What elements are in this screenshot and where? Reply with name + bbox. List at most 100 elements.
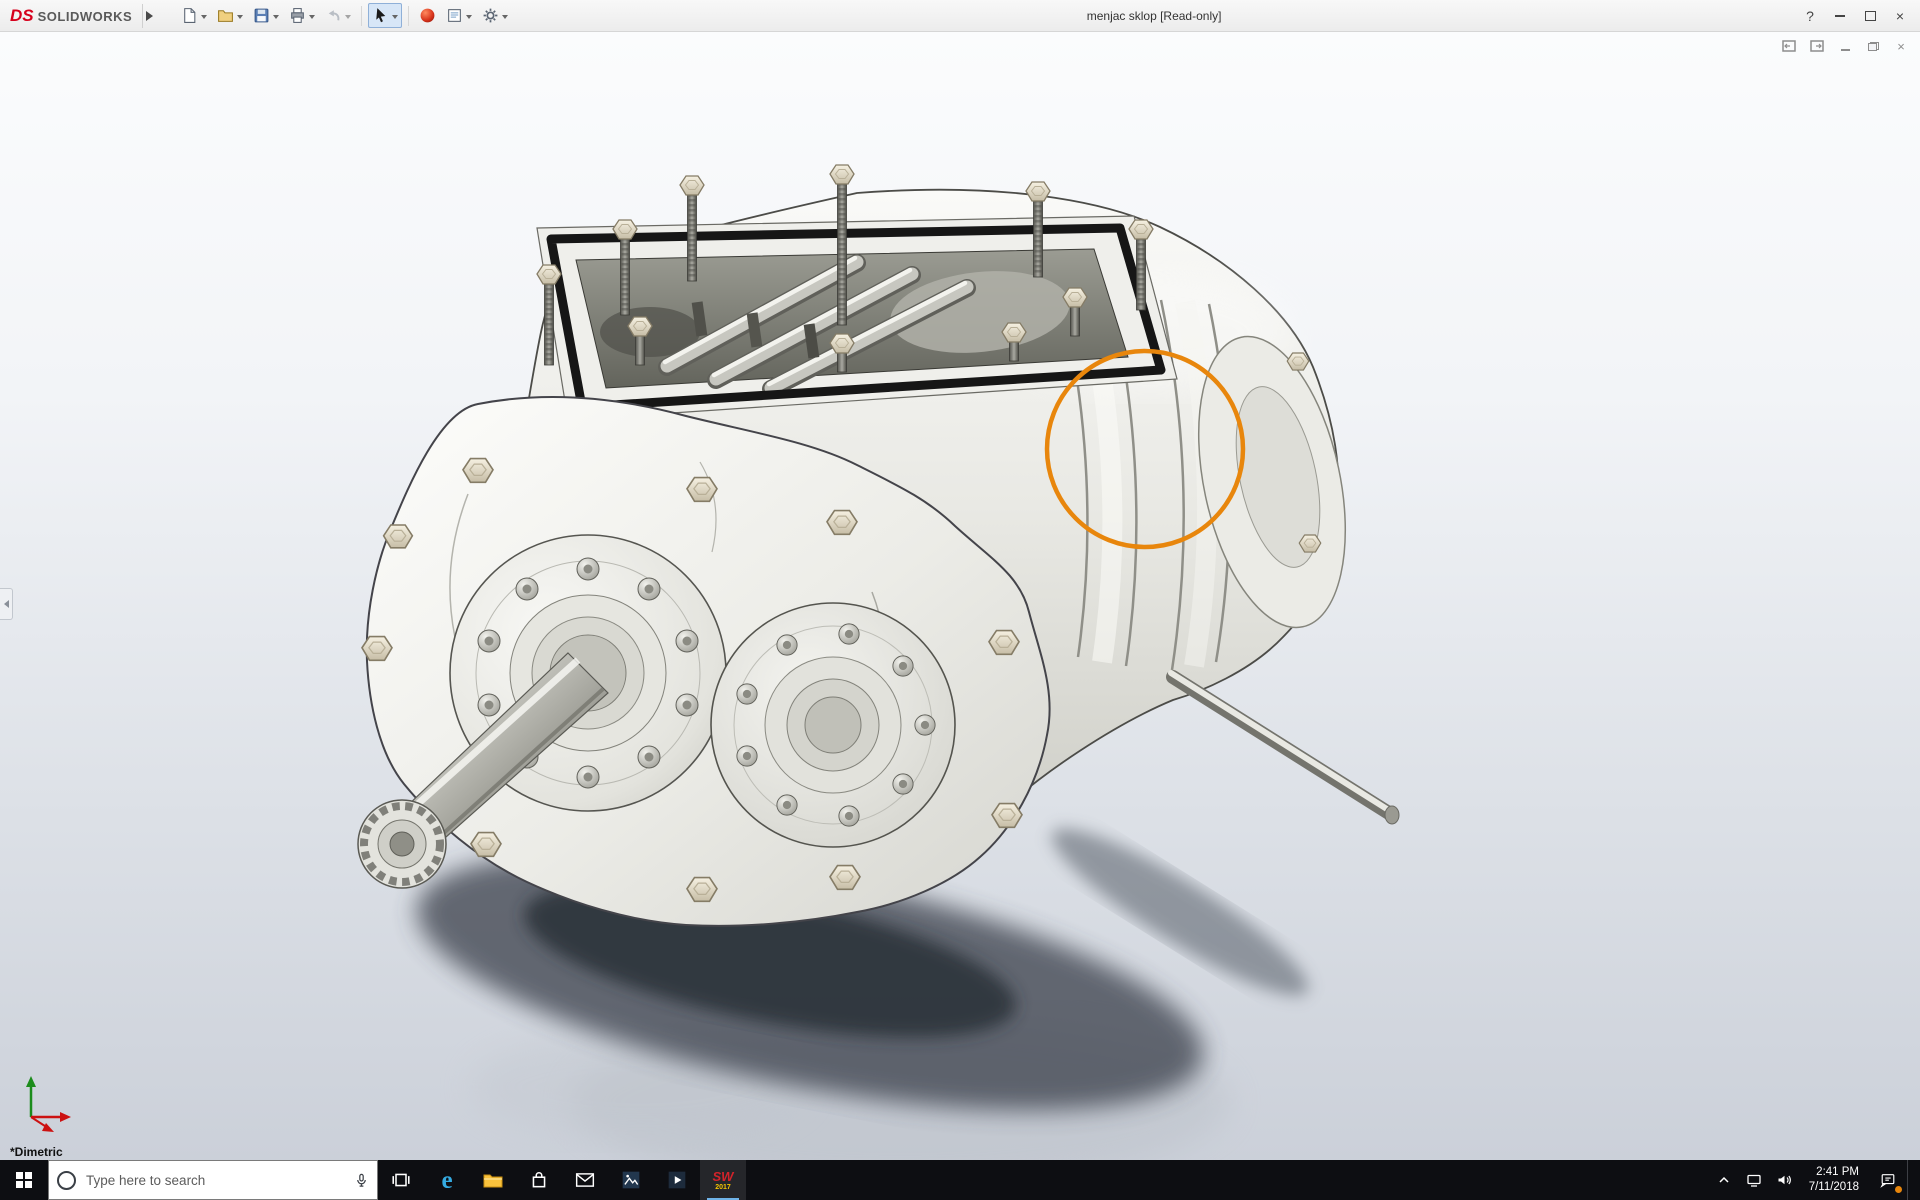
network-tray-button[interactable] [1739, 1160, 1769, 1200]
options-button[interactable] [478, 3, 512, 28]
gear-icon [483, 8, 498, 23]
rear-output-shaft [1166, 670, 1400, 825]
dropdown-caret-icon [309, 14, 316, 22]
new-document-icon [184, 8, 196, 23]
edge-icon: e [441, 1166, 453, 1194]
network-icon [1747, 1174, 1761, 1187]
system-tray: 2:41 PM 7/11/2018 [1709, 1160, 1920, 1200]
undo-icon [328, 10, 340, 21]
new-document-button[interactable] [177, 3, 211, 28]
microphone-icon [357, 1173, 366, 1187]
solidworks-letters: SW [712, 1168, 734, 1184]
file-explorer-button[interactable] [470, 1160, 516, 1200]
restore-icon [1867, 41, 1879, 51]
photos-icon [622, 1171, 640, 1189]
dropdown-caret-icon [237, 14, 244, 22]
store-bag-icon [532, 1172, 546, 1188]
maximize-icon [1864, 10, 1876, 21]
cortana-icon[interactable] [57, 1170, 76, 1190]
start-button[interactable] [0, 1160, 48, 1200]
task-view-button[interactable] [378, 1160, 424, 1200]
output-flange [710, 602, 956, 848]
mail-envelope-icon [575, 1173, 595, 1187]
clock-time: 2:41 PM [1816, 1166, 1859, 1179]
titlebar-center: menjac sklop [Read-only] [512, 7, 1796, 25]
gearbox-model[interactable] [0, 32, 1920, 1160]
print-button[interactable] [285, 3, 319, 28]
volume-tray-button[interactable] [1769, 1160, 1799, 1200]
edge-button[interactable]: e [424, 1160, 470, 1200]
quick-access-toolbar [177, 3, 512, 28]
dock-pane-right-button[interactable] [1808, 38, 1826, 54]
chevron-up-icon [1719, 1176, 1729, 1183]
taskbar-clock[interactable]: 2:41 PM 7/11/2018 [1799, 1160, 1869, 1200]
microphone-button[interactable] [354, 1173, 369, 1188]
help-button[interactable]: ? [1796, 4, 1824, 28]
solidworks-titlebar: DS SOLIDWORKS menjac sklop [Read-only] ?… [0, 0, 1920, 32]
dropdown-caret-icon [273, 14, 280, 22]
toolbar-separator [408, 5, 410, 26]
document-minimize-button[interactable] [1836, 38, 1854, 54]
appearance-button[interactable] [415, 3, 440, 28]
close-button[interactable]: × [1886, 4, 1914, 28]
task-view-icon [392, 1173, 410, 1187]
taskbar-search-box[interactable] [48, 1160, 378, 1200]
chevron-left-icon [0, 600, 9, 608]
maximize-button[interactable] [1856, 4, 1884, 28]
dropdown-caret-icon [502, 14, 509, 22]
feature-panel-collapse-tab[interactable] [0, 588, 13, 620]
save-icon [254, 8, 269, 23]
brand-text: SOLIDWORKS [37, 8, 133, 24]
windows-taskbar: e SW 2017 [0, 1160, 1920, 1200]
print-icon [291, 8, 305, 23]
window-controls: ? × [1796, 4, 1914, 28]
graphics-viewport[interactable]: × *Dimetric [0, 32, 1920, 1160]
save-button[interactable] [249, 3, 283, 28]
action-center-icon [1880, 1174, 1895, 1188]
select-cursor-icon [376, 8, 386, 23]
dropdown-caret-icon [466, 14, 473, 22]
appearance-sphere-icon [420, 8, 435, 23]
report-button[interactable] [442, 3, 476, 28]
dock-pane-left-icon [1782, 40, 1796, 52]
dropdown-caret-icon [392, 14, 399, 22]
solidworks-app-button[interactable]: SW 2017 [700, 1160, 746, 1200]
file-explorer-icon [483, 1174, 503, 1188]
document-restore-button[interactable] [1864, 38, 1882, 54]
movies-tv-button[interactable] [654, 1160, 700, 1200]
view-orientation-label: *Dimetric [10, 1145, 63, 1159]
triangle-right-icon [146, 10, 158, 21]
dropdown-caret-icon [345, 14, 352, 22]
show-desktop-button[interactable] [1907, 1160, 1920, 1200]
solidworks-year: 2017 [715, 1183, 731, 1191]
solidworks-logo: DS SOLIDWORKS [6, 3, 144, 28]
report-icon [448, 9, 462, 22]
store-button[interactable] [516, 1160, 562, 1200]
dock-pane-left-button[interactable] [1780, 38, 1798, 54]
undo-button[interactable] [321, 3, 355, 28]
speaker-icon [1778, 1175, 1791, 1185]
movies-tv-icon [668, 1171, 686, 1189]
document-window-controls: × [1780, 38, 1910, 54]
document-title: menjac sklop [Read-only] [1086, 8, 1222, 23]
minimize-button[interactable] [1826, 4, 1854, 28]
minimize-icon [1835, 14, 1845, 17]
taskbar-search-input[interactable] [84, 1171, 346, 1189]
toolbar-separator [361, 5, 363, 26]
dock-pane-right-icon [1810, 40, 1824, 52]
document-close-button[interactable]: × [1892, 38, 1910, 54]
minimize-icon [1840, 48, 1850, 51]
photos-button[interactable] [608, 1160, 654, 1200]
open-folder-icon [218, 10, 234, 22]
ds-logo-icon: DS [10, 5, 34, 25]
solidworks-icon: SW 2017 [713, 1170, 734, 1191]
hidden-icons-button[interactable] [1709, 1160, 1739, 1200]
open-button[interactable] [213, 3, 247, 28]
mail-button[interactable] [562, 1160, 608, 1200]
screen: DS SOLIDWORKS menjac sklop [Read-only] ?… [0, 0, 1920, 1200]
menu-expand-button[interactable] [143, 4, 161, 28]
notification-badge [1895, 1186, 1902, 1193]
select-tool-button[interactable] [368, 3, 403, 28]
action-center-button[interactable] [1869, 1160, 1907, 1200]
dropdown-caret-icon [201, 14, 208, 22]
